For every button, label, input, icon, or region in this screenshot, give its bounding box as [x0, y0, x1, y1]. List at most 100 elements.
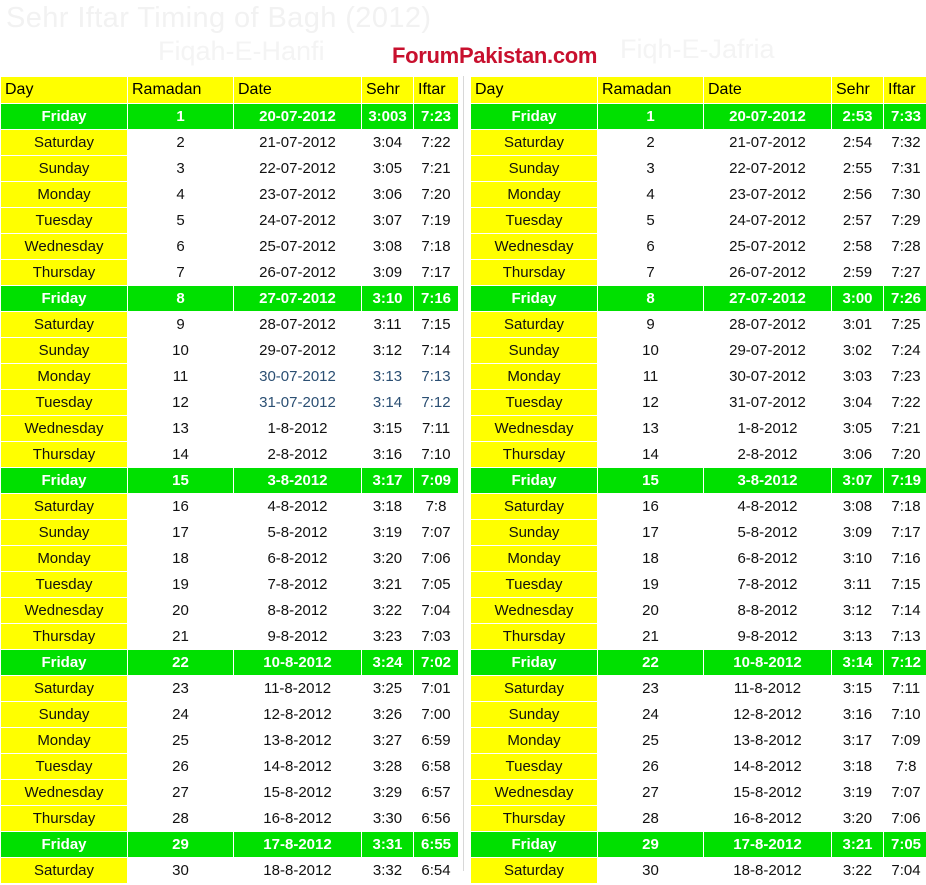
table-row[interactable]: Wednesday 20 8-8-2012 3:22 7:04: [1, 598, 458, 623]
table-row[interactable]: Saturday 2 21-07-2012 2:54 7:32: [471, 130, 926, 155]
table-row[interactable]: Friday 1 20-07-2012 2:53 7:33: [471, 104, 926, 129]
cell-iftar: 7:24: [884, 338, 926, 363]
column-header-date[interactable]: Date: [704, 77, 831, 103]
table-row[interactable]: Thursday 14 2-8-2012 3:06 7:20: [471, 442, 926, 467]
cell-sehr: 2:55: [832, 156, 883, 181]
column-header-ramadan[interactable]: Ramadan: [598, 77, 703, 103]
table-row[interactable]: Monday 4 23-07-2012 3:06 7:20: [1, 182, 458, 207]
column-header-iftar[interactable]: Iftar: [414, 77, 458, 103]
table-row[interactable]: Thursday 7 26-07-2012 3:09 7:17: [1, 260, 458, 285]
table-row[interactable]: Tuesday 26 14-8-2012 3:18 7:8: [471, 754, 926, 779]
column-header-day[interactable]: Day: [1, 77, 127, 103]
cell-ramadan: 5: [598, 208, 703, 233]
table-row[interactable]: Tuesday 19 7-8-2012 3:11 7:15: [471, 572, 926, 597]
cell-date: 15-8-2012: [234, 780, 361, 805]
table-row[interactable]: Thursday 21 9-8-2012 3:13 7:13: [471, 624, 926, 649]
cell-sehr: 3:003: [362, 104, 413, 129]
table-row[interactable]: Thursday 14 2-8-2012 3:16 7:10: [1, 442, 458, 467]
table-row[interactable]: Friday 8 27-07-2012 3:00 7:26: [471, 286, 926, 311]
table-row[interactable]: Tuesday 12 31-07-2012 3:04 7:22: [471, 390, 926, 415]
table-row[interactable]: Saturday 23 11-8-2012 3:25 7:01: [1, 676, 458, 701]
cell-iftar: 7:16: [414, 286, 458, 311]
table-row[interactable]: Friday 29 17-8-2012 3:21 7:05: [471, 832, 926, 857]
cell-sehr: 3:08: [362, 234, 413, 259]
cell-ramadan: 9: [128, 312, 233, 337]
table-row[interactable]: Thursday 28 16-8-2012 3:30 6:56: [1, 806, 458, 831]
cell-date: 27-07-2012: [234, 286, 361, 311]
table-row[interactable]: Thursday 28 16-8-2012 3:20 7:06: [471, 806, 926, 831]
table-row[interactable]: Sunday 3 22-07-2012 3:05 7:21: [1, 156, 458, 181]
table-row[interactable]: Sunday 17 5-8-2012 3:19 7:07: [1, 520, 458, 545]
table-row[interactable]: Tuesday 5 24-07-2012 2:57 7:29: [471, 208, 926, 233]
table-row[interactable]: Friday 29 17-8-2012 3:31 6:55: [1, 832, 458, 857]
cell-day: Wednesday: [1, 234, 127, 259]
table-row[interactable]: Sunday 10 29-07-2012 3:12 7:14: [1, 338, 458, 363]
table-row[interactable]: Monday 18 6-8-2012 3:10 7:16: [471, 546, 926, 571]
table-row[interactable]: Friday 15 3-8-2012 3:17 7:09: [1, 468, 458, 493]
table-row[interactable]: Sunday 3 22-07-2012 2:55 7:31: [471, 156, 926, 181]
table-row[interactable]: Tuesday 19 7-8-2012 3:21 7:05: [1, 572, 458, 597]
column-header-sehr[interactable]: Sehr: [832, 77, 883, 103]
table-row[interactable]: Wednesday 6 25-07-2012 3:08 7:18: [1, 234, 458, 259]
table-row[interactable]: Tuesday 5 24-07-2012 3:07 7:19: [1, 208, 458, 233]
table-row[interactable]: Monday 25 13-8-2012 3:17 7:09: [471, 728, 926, 753]
column-header-date[interactable]: Date: [234, 77, 361, 103]
cell-sehr: 3:06: [832, 442, 883, 467]
cell-sehr: 3:15: [832, 676, 883, 701]
table-row[interactable]: Friday 15 3-8-2012 3:07 7:19: [471, 468, 926, 493]
cell-day: Saturday: [471, 494, 597, 519]
cell-ramadan: 27: [598, 780, 703, 805]
table-row[interactable]: Saturday 30 18-8-2012 3:32 6:54: [1, 858, 458, 883]
table-row[interactable]: Thursday 7 26-07-2012 2:59 7:27: [471, 260, 926, 285]
cell-date: 13-8-2012: [234, 728, 361, 753]
table-row[interactable]: Friday 1 20-07-2012 3:003 7:23: [1, 104, 458, 129]
table-row[interactable]: Saturday 30 18-8-2012 3:22 7:04: [471, 858, 926, 883]
cell-date: 6-8-2012: [704, 546, 831, 571]
table-row[interactable]: Sunday 10 29-07-2012 3:02 7:24: [471, 338, 926, 363]
cell-iftar: 7:33: [884, 104, 926, 129]
table-row[interactable]: Saturday 23 11-8-2012 3:15 7:11: [471, 676, 926, 701]
cell-iftar: 7:19: [884, 468, 926, 493]
cell-ramadan: 4: [598, 182, 703, 207]
column-header-iftar[interactable]: Iftar: [884, 77, 926, 103]
column-header-ramadan[interactable]: Ramadan: [128, 77, 233, 103]
cell-ramadan: 30: [598, 858, 703, 883]
table-row[interactable]: Wednesday 27 15-8-2012 3:19 7:07: [471, 780, 926, 805]
cell-iftar: 7:07: [884, 780, 926, 805]
table-row[interactable]: Saturday 2 21-07-2012 3:04 7:22: [1, 130, 458, 155]
column-header-day[interactable]: Day: [471, 77, 597, 103]
cell-day: Thursday: [471, 260, 597, 285]
cell-ramadan: 10: [128, 338, 233, 363]
table-row[interactable]: Tuesday 12 31-07-2012 3:14 7:12: [1, 390, 458, 415]
table-row[interactable]: Wednesday 20 8-8-2012 3:12 7:14: [471, 598, 926, 623]
table-row[interactable]: Sunday 24 12-8-2012 3:16 7:10: [471, 702, 926, 727]
table-row[interactable]: Wednesday 13 1-8-2012 3:05 7:21: [471, 416, 926, 441]
table-row[interactable]: Wednesday 27 15-8-2012 3:29 6:57: [1, 780, 458, 805]
cell-day: Wednesday: [471, 234, 597, 259]
table-row[interactable]: Wednesday 13 1-8-2012 3:15 7:11: [1, 416, 458, 441]
table-row[interactable]: Wednesday 6 25-07-2012 2:58 7:28: [471, 234, 926, 259]
column-header-sehr[interactable]: Sehr: [362, 77, 413, 103]
table-row[interactable]: Sunday 17 5-8-2012 3:09 7:17: [471, 520, 926, 545]
table-row[interactable]: Friday 8 27-07-2012 3:10 7:16: [1, 286, 458, 311]
table-row[interactable]: Monday 25 13-8-2012 3:27 6:59: [1, 728, 458, 753]
cell-sehr: 3:08: [832, 494, 883, 519]
table-row[interactable]: Saturday 9 28-07-2012 3:01 7:25: [471, 312, 926, 337]
table-row[interactable]: Saturday 16 4-8-2012 3:08 7:18: [471, 494, 926, 519]
table-row[interactable]: Monday 4 23-07-2012 2:56 7:30: [471, 182, 926, 207]
table-row[interactable]: Friday 22 10-8-2012 3:14 7:12: [471, 650, 926, 675]
table-row[interactable]: Sunday 24 12-8-2012 3:26 7:00: [1, 702, 458, 727]
table-row[interactable]: Saturday 9 28-07-2012 3:11 7:15: [1, 312, 458, 337]
table-row[interactable]: Monday 11 30-07-2012 3:13 7:13: [1, 364, 458, 389]
cell-sehr: 3:13: [362, 364, 413, 389]
cell-date: 26-07-2012: [704, 260, 831, 285]
table-row[interactable]: Thursday 21 9-8-2012 3:23 7:03: [1, 624, 458, 649]
table-row[interactable]: Friday 22 10-8-2012 3:24 7:02: [1, 650, 458, 675]
schedule-table-hanfi-wrapper: Day Ramadan Date Sehr Iftar Friday 1 20-07…: [0, 76, 459, 884]
cell-date: 16-8-2012: [234, 806, 361, 831]
table-row[interactable]: Monday 11 30-07-2012 3:03 7:23: [471, 364, 926, 389]
table-row[interactable]: Saturday 16 4-8-2012 3:18 7:8: [1, 494, 458, 519]
cell-sehr: 3:06: [362, 182, 413, 207]
table-row[interactable]: Monday 18 6-8-2012 3:20 7:06: [1, 546, 458, 571]
table-row[interactable]: Tuesday 26 14-8-2012 3:28 6:58: [1, 754, 458, 779]
